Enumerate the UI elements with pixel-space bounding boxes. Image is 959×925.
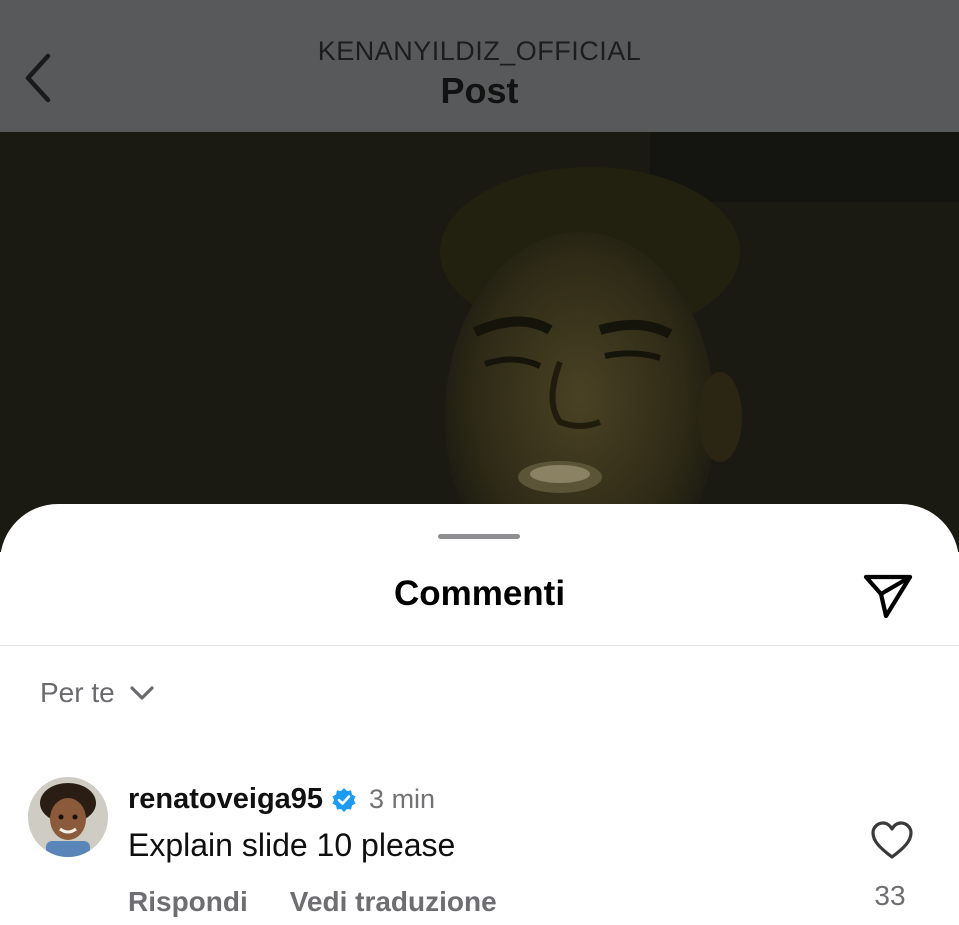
comment-timestamp: 3 min [369, 784, 436, 814]
comment-actions: Rispondi Vedi traduzione [128, 886, 497, 918]
like-count: 33 [874, 880, 906, 911]
top-header: KENANYILDIZ_OFFICIAL Post [0, 0, 959, 132]
see-translation-button[interactable]: Vedi traduzione [290, 886, 497, 918]
account-name[interactable]: KENANYILDIZ_OFFICIAL [0, 36, 959, 67]
comment-header: renatoveiga95 3 min [128, 783, 435, 816]
reply-button[interactable]: Rispondi [128, 886, 248, 918]
sort-label: Per te [40, 677, 115, 708]
share-button[interactable] [858, 568, 918, 624]
post-photo [0, 132, 959, 552]
avatar[interactable] [28, 777, 108, 857]
sheet-grabber[interactable] [438, 534, 520, 539]
comment-username[interactable]: renatoveiga95 [128, 783, 323, 816]
sort-dropdown[interactable]: Per te [40, 677, 155, 709]
verified-badge-icon [332, 787, 356, 812]
heart-icon [871, 821, 913, 859]
page-title: Post [440, 70, 519, 111]
comment-text: Explain slide 10 please [128, 827, 456, 863]
divider [0, 645, 959, 646]
paper-plane-icon [863, 574, 913, 619]
chevron-down-icon [130, 686, 154, 700]
comments-sheet: Commenti Per te renatoveiga95 3 min Expl… [0, 504, 959, 925]
like-button[interactable] [866, 814, 918, 866]
sheet-title: Commenti [393, 574, 566, 613]
